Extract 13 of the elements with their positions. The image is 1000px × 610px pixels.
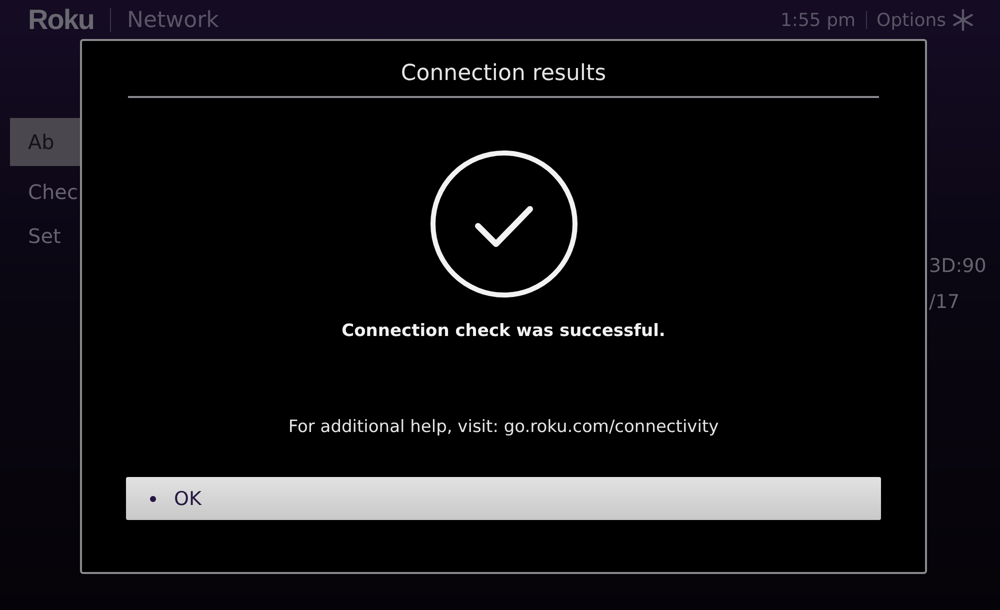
success-message: Connection check was successful.	[342, 321, 666, 341]
info-value: /17	[929, 290, 961, 315]
ok-button[interactable]: OK	[126, 477, 881, 520]
asterisk-icon	[952, 9, 974, 31]
options-label: Options	[876, 10, 946, 30]
checkmark-icon	[428, 149, 578, 299]
bullet-icon	[150, 496, 156, 502]
dialog-title: Connection results	[400, 61, 606, 86]
help-text: For additional help, visit: go.roku.com/connectivity	[288, 417, 719, 437]
info-value: 3D:90	[929, 254, 986, 279]
page-title: Network	[127, 8, 219, 32]
clock-time: 1:55 pm	[780, 10, 856, 30]
logo: Roku	[28, 4, 94, 36]
